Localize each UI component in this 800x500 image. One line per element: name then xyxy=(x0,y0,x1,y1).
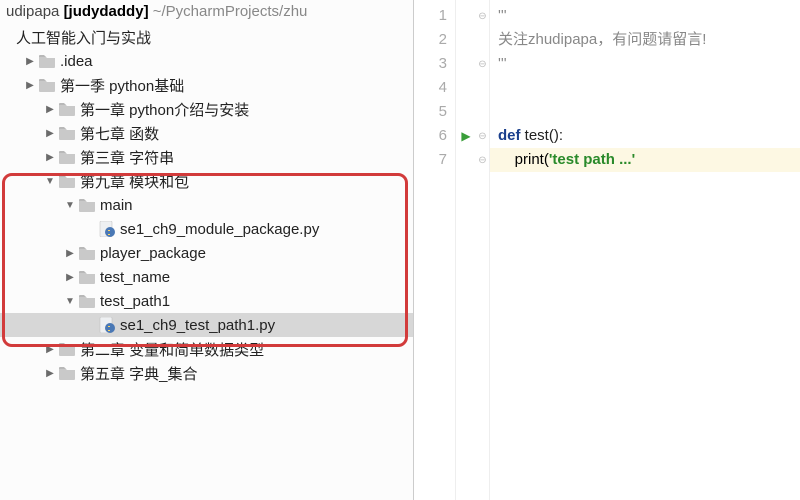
tree-folder[interactable]: ▶ 第三章 字符串 xyxy=(0,145,413,169)
folder-icon xyxy=(58,172,76,190)
line-number: 2 xyxy=(414,28,455,52)
code-line[interactable]: ''' xyxy=(490,4,800,28)
breadcrumb-project: [judydaddy] xyxy=(64,3,149,20)
chevron-right-icon[interactable]: ▶ xyxy=(44,344,56,355)
fold-icon[interactable]: ⊖ xyxy=(476,4,489,28)
folder-icon xyxy=(58,100,76,118)
run-gutter[interactable]: ▶ xyxy=(456,0,476,500)
folder-icon xyxy=(58,124,76,142)
line-number-gutter: 1234567 xyxy=(414,0,456,500)
chevron-down-icon[interactable]: ▼ xyxy=(64,296,76,307)
line-number: 5 xyxy=(414,100,455,124)
breadcrumb-prefix: udipapa xyxy=(6,3,59,20)
tree-folder[interactable]: ▼ 第九章 模块和包 xyxy=(0,169,413,193)
folder-icon xyxy=(38,52,56,70)
python-file-icon xyxy=(98,316,116,334)
chevron-right-icon[interactable]: ▶ xyxy=(64,272,76,283)
tree-folder[interactable]: ▶ 第五章 字典_集合 xyxy=(0,361,413,385)
chevron-down-icon[interactable]: ▼ xyxy=(44,176,56,187)
chevron-right-icon[interactable]: ▶ xyxy=(64,248,76,259)
folder-icon xyxy=(58,340,76,358)
tree-folder[interactable]: ▼ test_path1 xyxy=(0,289,413,313)
line-number: 6 xyxy=(414,124,455,148)
code-line[interactable]: 关注zhudipapa，有问题请留言! xyxy=(490,28,800,52)
chevron-down-icon[interactable]: ▼ xyxy=(64,200,76,211)
project-sidebar: udipapa [judydaddy] ~/PycharmProjects/zh… xyxy=(0,0,414,500)
code-line[interactable] xyxy=(490,100,800,124)
tree-root[interactable]: 人工智能入门与实战 xyxy=(0,25,413,49)
tree-folder[interactable]: ▶ 第一章 python介绍与安装 xyxy=(0,97,413,121)
line-number: 4 xyxy=(414,76,455,100)
tree-folder[interactable]: ▶ 第二章 变量和简单数据类型 xyxy=(0,337,413,361)
line-number: 7 xyxy=(414,148,455,172)
tree-root-label: 人工智能入门与实战 xyxy=(16,27,151,48)
folder-icon xyxy=(38,76,56,94)
fold-gutter[interactable]: ⊖⊖⊖⊖ xyxy=(476,0,490,500)
tree-item-label: 第七章 函数 xyxy=(80,123,159,144)
line-number: 3 xyxy=(414,52,455,76)
tree-folder[interactable]: ▶ 第七章 函数 xyxy=(0,121,413,145)
tree-folder[interactable]: ▶ 第一季 python基础 xyxy=(0,73,413,97)
tree-item-label: 第一季 python基础 xyxy=(60,75,184,96)
tree-folder[interactable]: ▼ main xyxy=(0,193,413,217)
tree-item-label: se1_ch9_module_package.py xyxy=(120,221,319,238)
tree-item-label: 第二章 变量和简单数据类型 xyxy=(80,339,264,360)
tree-item-label: main xyxy=(100,197,133,214)
run-icon[interactable]: ▶ xyxy=(461,129,470,143)
folder-icon xyxy=(58,148,76,166)
code-line[interactable]: def test(): xyxy=(490,124,800,148)
folder-icon xyxy=(78,244,96,262)
line-number: 1 xyxy=(414,4,455,28)
tree-item-label: .idea xyxy=(60,53,93,70)
tree-item-label: 第一章 python介绍与安装 xyxy=(80,99,249,120)
tree-folder[interactable]: ▶ player_package xyxy=(0,241,413,265)
folder-icon xyxy=(78,196,96,214)
breadcrumb: udipapa [judydaddy] ~/PycharmProjects/zh… xyxy=(0,0,413,23)
tree-item-label: 第五章 字典_集合 xyxy=(80,363,198,384)
tree-folder[interactable]: ▶ test_name xyxy=(0,265,413,289)
tree-item-label: test_path1 xyxy=(100,293,170,310)
tree-item-label: 第三章 字符串 xyxy=(80,147,174,168)
tree-item-label: se1_ch9_test_path1.py xyxy=(120,317,275,334)
breadcrumb-path: ~/PycharmProjects/zhu xyxy=(153,3,308,20)
code-line[interactable] xyxy=(490,76,800,100)
chevron-right-icon[interactable]: ▶ xyxy=(24,80,36,91)
fold-icon[interactable]: ⊖ xyxy=(476,148,489,172)
code-area[interactable]: '''关注zhudipapa，有问题请留言!''' def test(): pri… xyxy=(490,0,800,500)
tree-file[interactable]: se1_ch9_module_package.py xyxy=(0,217,413,241)
tree-item-label: test_name xyxy=(100,269,170,286)
tree-item-label: 第九章 模块和包 xyxy=(80,171,189,192)
tree-item-label: player_package xyxy=(100,245,206,262)
project-tree[interactable]: 人工智能入门与实战 ▶ .idea ▶ 第一季 python基础 ▶ 第一章 python… xyxy=(0,23,413,500)
tree-folder[interactable]: ▶ .idea xyxy=(0,49,413,73)
chevron-right-icon[interactable]: ▶ xyxy=(44,104,56,115)
fold-icon[interactable]: ⊖ xyxy=(476,124,489,148)
code-editor[interactable]: 1234567 ▶ ⊖⊖⊖⊖ '''关注zhudipapa，有问题请留言!'''… xyxy=(414,0,800,500)
chevron-right-icon[interactable]: ▶ xyxy=(24,56,36,67)
code-line[interactable]: ''' xyxy=(490,52,800,76)
folder-icon xyxy=(78,292,96,310)
folder-icon xyxy=(78,268,96,286)
folder-icon xyxy=(58,364,76,382)
chevron-right-icon[interactable]: ▶ xyxy=(44,152,56,163)
python-file-icon xyxy=(98,220,116,238)
tree-file[interactable]: se1_ch9_test_path1.py xyxy=(0,313,413,337)
chevron-right-icon[interactable]: ▶ xyxy=(44,368,56,379)
chevron-right-icon[interactable]: ▶ xyxy=(44,128,56,139)
fold-icon[interactable]: ⊖ xyxy=(476,52,489,76)
code-line[interactable]: print('test path ...' xyxy=(490,148,800,172)
